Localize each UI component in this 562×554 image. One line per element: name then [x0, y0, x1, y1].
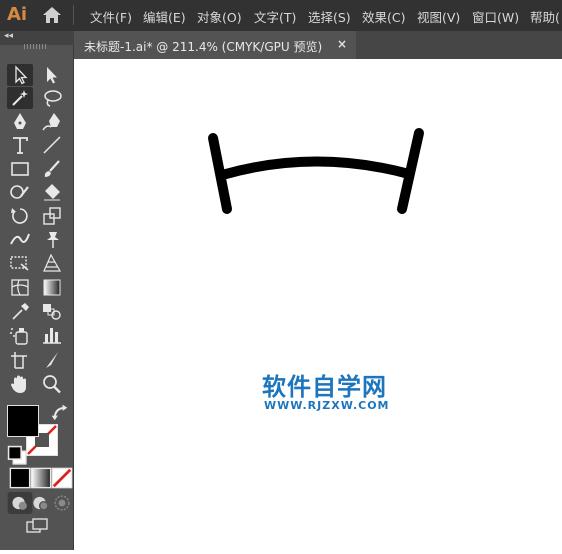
- scale-icon: [43, 207, 61, 225]
- menu-file[interactable]: 文件(F): [90, 7, 132, 26]
- symbol-sprayer-tool[interactable]: [7, 324, 33, 346]
- type-tool[interactable]: [7, 134, 33, 156]
- blend-tool[interactable]: [39, 300, 65, 322]
- menu-type[interactable]: 文字(T): [254, 7, 296, 26]
- watermark-url: WWW.RJZXW.COM: [264, 399, 390, 412]
- swap-fill-stroke-icon[interactable]: [48, 403, 68, 421]
- default-fill-stroke-icon[interactable]: [5, 445, 27, 465]
- tools-panel-header: ◂◂: [0, 31, 74, 45]
- panel-grip[interactable]: [24, 44, 48, 49]
- menu-select[interactable]: 选择(S): [308, 7, 351, 26]
- free-transform-icon: [10, 256, 29, 271]
- type-icon: [13, 137, 28, 154]
- rotate-tool[interactable]: [7, 205, 33, 227]
- lasso-tool[interactable]: [39, 87, 65, 109]
- draw-inside-icon[interactable]: [49, 492, 70, 511]
- menu-divider: [73, 5, 74, 25]
- rectangle-tool[interactable]: [7, 158, 33, 180]
- mesh-icon: [11, 279, 29, 296]
- paintbrush-icon: [44, 160, 60, 177]
- scale-tool[interactable]: [39, 205, 65, 227]
- shaper-icon: [10, 185, 29, 199]
- slice-tool[interactable]: [39, 349, 65, 371]
- menu-help[interactable]: 帮助(: [530, 7, 560, 26]
- screen-mode-icon[interactable]: [24, 515, 50, 533]
- draw-normal-icon[interactable]: [7, 492, 33, 514]
- free-transform-tool[interactable]: [7, 252, 33, 274]
- watermark-title: 软件自学网: [262, 373, 387, 401]
- rectangle-icon: [11, 162, 29, 176]
- menu-window[interactable]: 窗口(W): [472, 7, 519, 26]
- direct-selection-arrow-icon: [47, 67, 57, 84]
- shaper-tool[interactable]: [7, 181, 33, 203]
- eraser-tool[interactable]: [39, 181, 65, 203]
- zoom-magnifier-icon: [43, 375, 61, 394]
- magic-wand-icon: [12, 90, 28, 106]
- symbol-sprayer-icon: [10, 328, 28, 345]
- fill-swatch[interactable]: [7, 405, 39, 437]
- drawn-bracket-shape[interactable]: [74, 59, 562, 550]
- lasso-icon: [44, 90, 62, 107]
- pen-icon: [14, 113, 26, 129]
- color-button[interactable]: [7, 467, 31, 489]
- eyedropper-icon: [12, 303, 29, 320]
- artboard-canvas[interactable]: [74, 59, 562, 550]
- tools-panel: ◂◂: [0, 31, 74, 550]
- width-icon: [10, 233, 30, 245]
- document-tab-bar: 未标题-1.ai* @ 211.4% (CMYK/GPU 预览) ×: [74, 31, 562, 59]
- menu-edit[interactable]: 编辑(E): [143, 7, 186, 26]
- curvature-pen-icon: [42, 113, 60, 131]
- curvature-tool[interactable]: [39, 111, 65, 133]
- column-graph-tool[interactable]: [39, 324, 65, 346]
- draw-behind-icon[interactable]: [28, 492, 49, 511]
- pin-icon: [47, 232, 59, 248]
- width-tool[interactable]: [7, 228, 33, 250]
- zoom-tool[interactable]: [39, 373, 65, 395]
- document-tab-title: 未标题-1.ai* @ 211.4% (CMYK/GPU 预览): [84, 40, 323, 54]
- none-button[interactable]: [49, 467, 73, 489]
- blend-icon: [43, 304, 61, 320]
- gradient-icon: [43, 279, 61, 296]
- eyedropper-tool[interactable]: [7, 300, 33, 322]
- selection-arrow-icon: [15, 65, 28, 85]
- menu-bar: Ai 文件(F) 编辑(E) 对象(O) 文字(T) 选择(S) 效果(C) 视…: [0, 0, 562, 31]
- mesh-tool[interactable]: [7, 276, 33, 298]
- magic-wand-tool[interactable]: [7, 87, 33, 109]
- column-graph-icon: [43, 328, 61, 344]
- artboard-tool[interactable]: [7, 349, 33, 371]
- line-segment-tool[interactable]: [39, 134, 65, 156]
- selection-tool[interactable]: [7, 64, 33, 86]
- direct-selection-tool[interactable]: [39, 64, 65, 86]
- eraser-icon: [44, 184, 60, 201]
- document-tab[interactable]: 未标题-1.ai* @ 211.4% (CMYK/GPU 预览) ×: [74, 31, 356, 59]
- ai-logo[interactable]: Ai: [7, 4, 27, 25]
- pen-tool[interactable]: [7, 111, 33, 133]
- close-icon[interactable]: ×: [337, 37, 347, 51]
- menu-view[interactable]: 视图(V): [417, 7, 460, 26]
- artboard-icon: [11, 352, 27, 369]
- line-icon: [43, 136, 61, 154]
- hand-icon: [11, 375, 26, 393]
- gradient-button[interactable]: [28, 467, 52, 489]
- perspective-grid-icon: [43, 253, 62, 272]
- hand-tool[interactable]: [7, 373, 33, 395]
- paintbrush-tool[interactable]: [39, 158, 65, 180]
- perspective-grid-tool[interactable]: [39, 252, 65, 274]
- collapse-panel-icon[interactable]: ◂◂: [4, 31, 13, 41]
- home-icon[interactable]: [41, 5, 63, 25]
- menu-effect[interactable]: 效果(C): [362, 7, 405, 26]
- puppet-warp-tool[interactable]: [39, 228, 65, 250]
- menu-object[interactable]: 对象(O): [197, 7, 242, 26]
- slice-knife-icon: [46, 352, 58, 368]
- rotate-icon: [11, 208, 28, 224]
- gradient-tool[interactable]: [39, 276, 65, 298]
